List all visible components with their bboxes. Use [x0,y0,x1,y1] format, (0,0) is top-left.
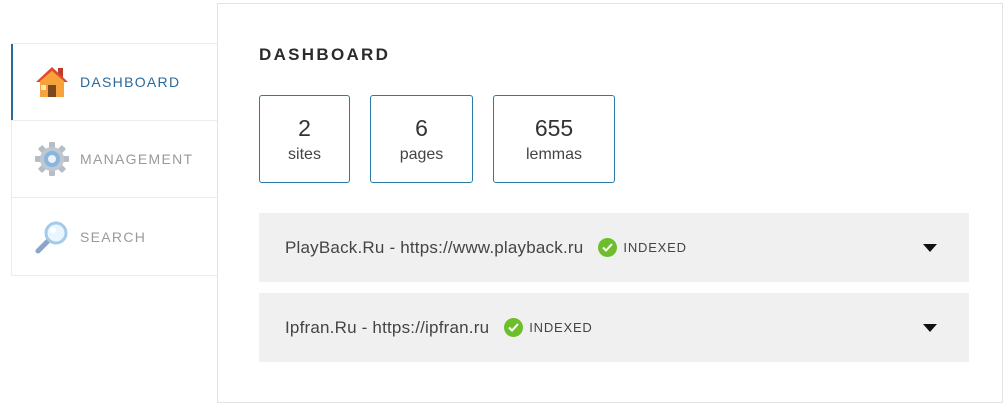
sidebar-item-dashboard[interactable]: Dashboard [11,44,217,121]
house-icon [34,64,70,100]
main-panel: DASHBOARD 2 sites 6 pages 655 lemmas Pla… [217,3,1003,403]
status-badge: INDEXED [504,318,592,337]
site-name: Ipfran.Ru - https://ipfran.ru [285,317,490,337]
site-name: PlayBack.Ru - https://www.playback.ru [285,237,584,257]
stat-card-sites: 2 sites [259,95,350,183]
sidebar-item-label: Management [80,151,194,167]
stat-card-lemmas: 655 lemmas [493,95,615,183]
sidebar-item-management[interactable]: Management [12,121,217,198]
check-icon [598,238,618,257]
stats-row: 2 sites 6 pages 655 lemmas [259,95,635,183]
stat-card-pages: 6 pages [370,95,473,183]
status-badge: INDEXED [598,238,686,257]
page-title: DASHBOARD [259,45,391,64]
chevron-down-icon[interactable] [923,323,937,332]
stat-value: 6 [415,115,428,142]
site-row-playback[interactable]: PlayBack.Ru - https://www.playback.ru IN… [259,213,969,282]
gear-icon [34,141,70,177]
status-text: INDEXED [623,240,687,255]
stat-value: 655 [534,115,574,142]
status-text: INDEXED [529,320,593,335]
stat-label: lemmas [525,145,582,163]
sidebar-item-label: Dashboard [80,74,181,90]
check-icon [504,318,524,337]
stat-label: sites [288,145,321,163]
sidebar-item-label: Search [80,228,147,245]
stat-label: pages [399,145,444,163]
sidebar-item-search[interactable]: Search [12,198,217,275]
magnifier-icon [34,219,70,255]
stat-value: 2 [298,115,311,142]
sidebar: Dashboard Management [11,43,217,276]
chevron-down-icon[interactable] [923,243,937,252]
site-row-ipfran[interactable]: Ipfran.Ru - https://ipfran.ru INDEXED [259,293,969,362]
